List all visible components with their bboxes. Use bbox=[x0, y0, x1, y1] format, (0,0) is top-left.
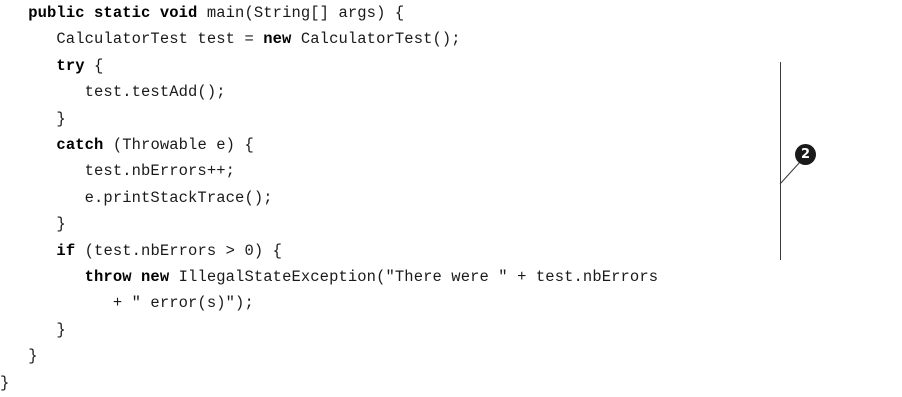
callout-number-badge: 2 bbox=[795, 144, 816, 165]
code-line: } bbox=[0, 317, 66, 343]
code-text: } bbox=[0, 347, 38, 366]
code-line: + " error(s)"); bbox=[0, 290, 254, 316]
code-line: throw new IllegalStateException("There w… bbox=[0, 264, 658, 290]
code-text: IllegalStateException("There were " + te… bbox=[169, 268, 659, 286]
code-text: e.printStackTrace(); bbox=[0, 188, 273, 207]
code-text: (Throwable e) { bbox=[103, 136, 254, 154]
code-text: + " error(s)"); bbox=[0, 294, 254, 313]
code-text: } bbox=[0, 109, 66, 128]
code-line: public static void main(String[] args) { bbox=[0, 0, 404, 26]
code-keyword: try bbox=[56, 56, 85, 75]
code-text: test.nbErrors++; bbox=[0, 162, 236, 181]
code-line: if (test.nbErrors > 0) { bbox=[0, 238, 282, 264]
code-line: CalculatorTest test = new CalculatorTest… bbox=[0, 26, 461, 52]
code-text: CalculatorTest(); bbox=[291, 30, 461, 49]
code-text: main(String[] args) { bbox=[197, 4, 405, 22]
code-text: } bbox=[0, 215, 66, 234]
code-line: } bbox=[0, 211, 66, 237]
code-keyword: public static void bbox=[28, 4, 198, 22]
code-text: test.testAdd(); bbox=[0, 83, 226, 102]
code-keyword: new bbox=[263, 30, 292, 49]
code-line: catch (Throwable e) { bbox=[0, 132, 254, 158]
code-line: } bbox=[0, 370, 9, 396]
code-line: test.testAdd(); bbox=[0, 79, 226, 105]
code-text: } bbox=[0, 320, 66, 339]
code-line: } bbox=[0, 343, 38, 369]
code-line: try { bbox=[0, 53, 103, 79]
code-text: (test.nbErrors > 0) { bbox=[75, 241, 283, 260]
code-line: test.nbErrors++; bbox=[0, 158, 235, 184]
code-listing: public static void main(String[] args) {… bbox=[0, 0, 902, 397]
code-text: { bbox=[84, 56, 104, 75]
code-line: e.printStackTrace(); bbox=[0, 185, 273, 211]
code-text: } bbox=[0, 373, 10, 392]
code-text: CalculatorTest test = bbox=[0, 30, 264, 49]
code-line: } bbox=[0, 106, 66, 132]
code-keyword: if bbox=[56, 241, 76, 260]
code-keyword: catch bbox=[56, 136, 104, 154]
code-keyword: throw new bbox=[84, 268, 170, 286]
